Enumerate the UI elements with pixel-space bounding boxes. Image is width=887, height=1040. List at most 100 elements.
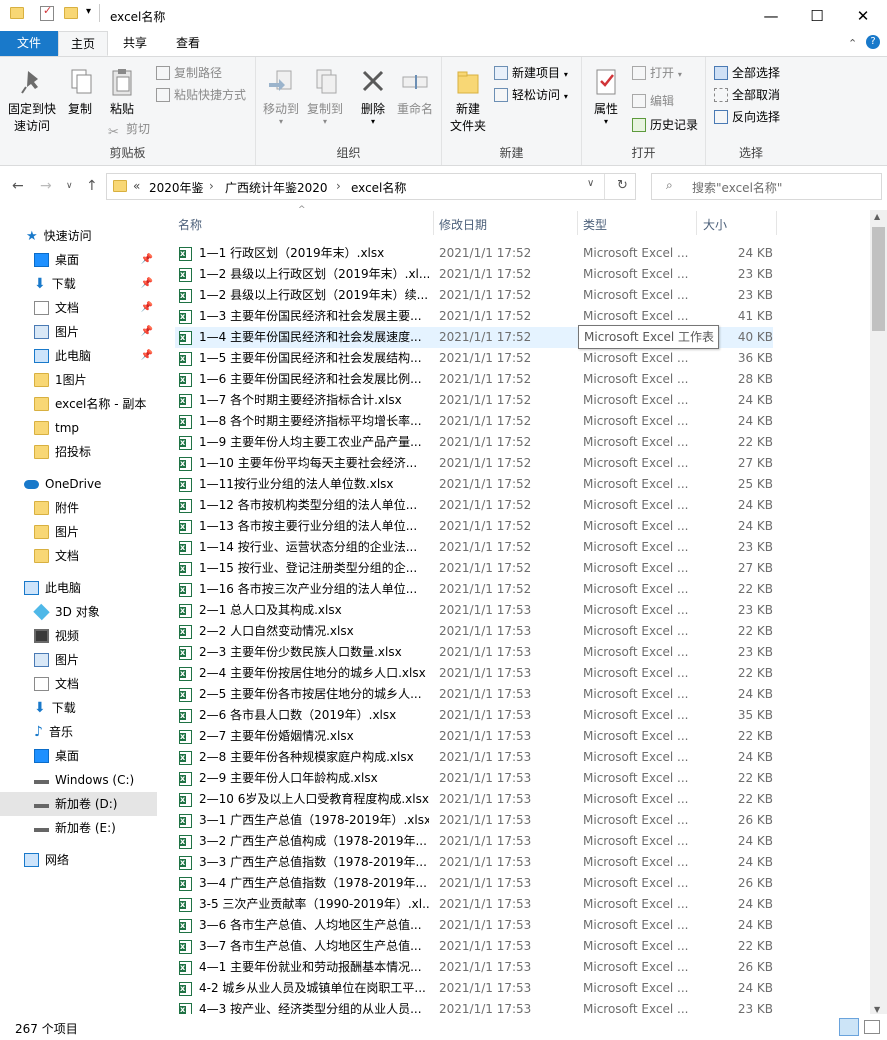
nav-videos[interactable]: 视频 — [0, 624, 157, 648]
copy-path-button[interactable]: 复制路径 — [156, 63, 222, 83]
file-row[interactable]: 3—3 广西生产总值指数（1978-2019年... 2021/1/1 17:53… — [175, 852, 773, 873]
nav-this-pc-pinned[interactable]: 此电脑 📌 — [0, 344, 157, 368]
up-arrow-icon[interactable]: ↑ — [86, 178, 98, 194]
file-row[interactable]: 1—2 县级以上行政区划（2019年末）续... 2021/1/1 17:52 Mi… — [175, 285, 773, 306]
maximize-button[interactable]: ☐ — [794, 0, 840, 31]
nav-3d-objects[interactable]: 3D 对象 — [0, 600, 157, 624]
tab-share[interactable]: 共享 — [110, 31, 160, 56]
file-row[interactable]: 3—2 广西生产总值构成（1978-2019年... 2021/1/1 17:53… — [175, 831, 773, 852]
back-arrow-icon[interactable]: ← — [12, 178, 24, 194]
file-row[interactable]: 1—5 主要年份国民经济和社会发展结构... 2021/1/1 17:52 Micr… — [175, 348, 773, 369]
file-row[interactable]: 1—6 主要年份国民经济和社会发展比例... 2021/1/1 17:52 Micr… — [175, 369, 773, 390]
column-divider[interactable] — [696, 211, 697, 235]
column-divider[interactable] — [433, 211, 434, 235]
recent-dropdown-icon[interactable]: ∨ — [66, 181, 73, 191]
nav-network[interactable]: 网络 — [0, 848, 157, 872]
nav-desktop[interactable]: 桌面 — [0, 744, 157, 768]
nav-folder[interactable]: tmp — [0, 416, 157, 440]
easy-access-button[interactable]: 轻松访问 ▾ — [494, 85, 568, 105]
new-folder-button[interactable]: 新建 文件夹 — [446, 67, 490, 135]
column-divider[interactable] — [776, 211, 777, 235]
tab-view[interactable]: 查看 — [162, 31, 214, 56]
file-row[interactable]: 2—5 主要年份各市按居住地分的城乡人... 2021/1/1 17:53 Micr… — [175, 684, 773, 705]
file-row[interactable]: 1—3 主要年份国民经济和社会发展主要... 2021/1/1 17:52 Micr… — [175, 306, 773, 327]
file-row[interactable]: 3—7 各市生产总值、人均地区生产总值... 2021/1/1 17:53 Micr… — [175, 936, 773, 957]
refresh-icon[interactable]: ↻ — [617, 178, 628, 193]
file-row[interactable]: 3—4 广西生产总值指数（1978-2019年... 2021/1/1 17:53… — [175, 873, 773, 894]
nav-desktop[interactable]: 桌面 📌 — [0, 248, 157, 272]
minimize-button[interactable]: — — [748, 0, 794, 31]
file-row[interactable]: 1—1 行政区划（2019年末）.xlsx 2021/1/1 17:52 Micro… — [175, 243, 773, 264]
move-to-button[interactable]: 移动到 ▾ — [260, 67, 302, 126]
paste-shortcut-button[interactable]: 粘贴快捷方式 — [156, 85, 246, 105]
file-row[interactable]: 2—7 主要年份婚姻情况.xlsx 2021/1/1 17:53 Microsoft… — [175, 726, 773, 747]
file-row[interactable]: 2—9 主要年份人口年龄构成.xlsx 2021/1/1 17:53 Microso… — [175, 768, 773, 789]
column-divider[interactable] — [577, 211, 578, 235]
forward-arrow-icon[interactable]: → — [40, 178, 52, 194]
copy-button[interactable]: 复制 — [62, 67, 98, 118]
file-row[interactable]: 1—13 各市按主要行业分组的法人单位... 2021/1/1 17:52 Micr… — [175, 516, 773, 537]
nav-documents[interactable]: 文档 — [0, 672, 157, 696]
file-row[interactable]: 1—8 各个时期主要经济指标平均增长率... 2021/1/1 17:52 Micr… — [175, 411, 773, 432]
file-row[interactable]: 1—16 各市按三次产业分组的法人单位... 2021/1/1 17:52 Micr… — [175, 579, 773, 600]
nav-folder[interactable]: excel名称 - 副本 — [0, 392, 157, 416]
nav-this-pc[interactable]: 此电脑 — [0, 576, 157, 600]
select-none-button[interactable]: 全部取消 — [714, 85, 780, 105]
nav-folder[interactable]: 招投标 — [0, 440, 157, 464]
file-row[interactable]: 1—12 各市按机构类型分组的法人单位... 2021/1/1 17:52 Micr… — [175, 495, 773, 516]
tab-file[interactable]: 文件 — [0, 31, 58, 56]
nav-documents[interactable]: 文档 📌 — [0, 296, 157, 320]
nav-pictures[interactable]: 图片 📌 — [0, 320, 157, 344]
search-input[interactable]: ⌕ 搜索"excel名称" — [651, 173, 882, 200]
file-row[interactable]: 2—2 人口自然变动情况.xlsx 2021/1/1 17:53 Microsoft… — [175, 621, 773, 642]
nav-music[interactable]: ♪ 音乐 — [0, 720, 157, 744]
file-row[interactable]: 1—15 按行业、登记注册类型分组的企... 2021/1/1 17:52 Micr… — [175, 558, 773, 579]
scroll-up-icon[interactable]: ▲ — [874, 212, 880, 221]
properties-quick-icon[interactable]: ✓ — [40, 4, 54, 21]
details-view-icon[interactable] — [839, 1018, 859, 1036]
column-name[interactable]: 名称 — [178, 216, 202, 233]
file-row[interactable]: 2—6 各市县人口数（2019年）.xlsx 2021/1/1 17:53 Micr… — [175, 705, 773, 726]
file-row[interactable]: 2—1 总人口及其构成.xlsx 2021/1/1 17:53 Microsoft … — [175, 600, 773, 621]
nav-drive-c[interactable]: Windows (C:) — [0, 768, 157, 792]
column-size[interactable]: 大小 — [703, 216, 727, 233]
breadcrumb-item[interactable]: 2020年鉴 — [149, 179, 204, 196]
vertical-scrollbar[interactable]: ▲ ▼ — [870, 210, 887, 1016]
file-row[interactable]: 2—4 主要年份按居住地分的城乡人口.xlsx 2021/1/1 17:53 Mic… — [175, 663, 773, 684]
file-row[interactable]: 3-5 三次产业贡献率（1990-2019年）.xl... 2021/1/1 17… — [175, 894, 773, 915]
breadcrumb-item[interactable]: excel名称 — [351, 179, 406, 196]
file-row[interactable]: 4-2 城乡从业人员及城镇单位在岗职工平... 2021/1/1 17:53 Mic… — [175, 978, 773, 999]
scroll-down-icon[interactable]: ▼ — [874, 1005, 880, 1014]
breadcrumb-overflow[interactable]: « — [133, 179, 140, 193]
file-row[interactable]: 2—10 6岁及以上人口受教育程度构成.xlsx 2021/1/1 17:53 Mi… — [175, 789, 773, 810]
cut-button[interactable]: ✂ 剪切 — [108, 119, 150, 140]
paste-button[interactable]: 粘贴 — [104, 67, 140, 118]
history-button[interactable]: 历史记录 — [632, 115, 698, 135]
edit-button[interactable]: 编辑 — [632, 91, 674, 111]
delete-button[interactable]: 删除 ▾ — [356, 67, 390, 126]
chevron-right-icon[interactable]: › — [336, 179, 341, 193]
close-button[interactable]: ✕ — [840, 0, 886, 31]
chevron-down-icon[interactable]: ∨ — [587, 178, 594, 189]
file-row[interactable]: 1—11按行业分组的法人单位数.xlsx 2021/1/1 17:52 Micros… — [175, 474, 773, 495]
file-row[interactable]: 3—1 广西生产总值（1978-2019年）.xlsx 2021/1/1 17:5… — [175, 810, 773, 831]
nav-downloads[interactable]: ⬇ 下载 — [0, 696, 157, 720]
nav-drive-d[interactable]: 新加卷 (D:) — [0, 792, 157, 816]
file-row[interactable]: 1—9 主要年份人均主要工农业产品产量... 2021/1/1 17:52 Micr… — [175, 432, 773, 453]
select-all-button[interactable]: 全部选择 — [714, 63, 780, 83]
file-row[interactable]: 3—6 各市生产总值、人均地区生产总值... 2021/1/1 17:53 Micr… — [175, 915, 773, 936]
nav-folder[interactable]: 图片 — [0, 520, 157, 544]
chevron-right-icon[interactable]: › — [209, 179, 214, 193]
file-row[interactable]: 1—14 按行业、运营状态分组的企业法... 2021/1/1 17:52 Micr… — [175, 537, 773, 558]
new-item-button[interactable]: 新建项目 ▾ — [494, 63, 568, 83]
help-icon[interactable]: ? — [866, 35, 880, 49]
nav-downloads[interactable]: ⬇ 下载 📌 — [0, 272, 157, 296]
file-row[interactable]: 1—2 县级以上行政区划（2019年末）.xl... 2021/1/1 17:52… — [175, 264, 773, 285]
nav-pictures[interactable]: 图片 — [0, 648, 157, 672]
address-bar[interactable]: « 2020年鉴 › 广西统计年鉴2020 › excel名称 ∨ ↻ — [106, 173, 636, 200]
nav-onedrive[interactable]: OneDrive — [0, 472, 157, 496]
breadcrumb-item[interactable]: 广西统计年鉴2020 — [225, 179, 328, 196]
column-type[interactable]: 类型 — [583, 216, 607, 233]
nav-drive-e[interactable]: 新加卷 (E:) — [0, 816, 157, 840]
rename-button[interactable]: 重命名 — [394, 67, 436, 118]
